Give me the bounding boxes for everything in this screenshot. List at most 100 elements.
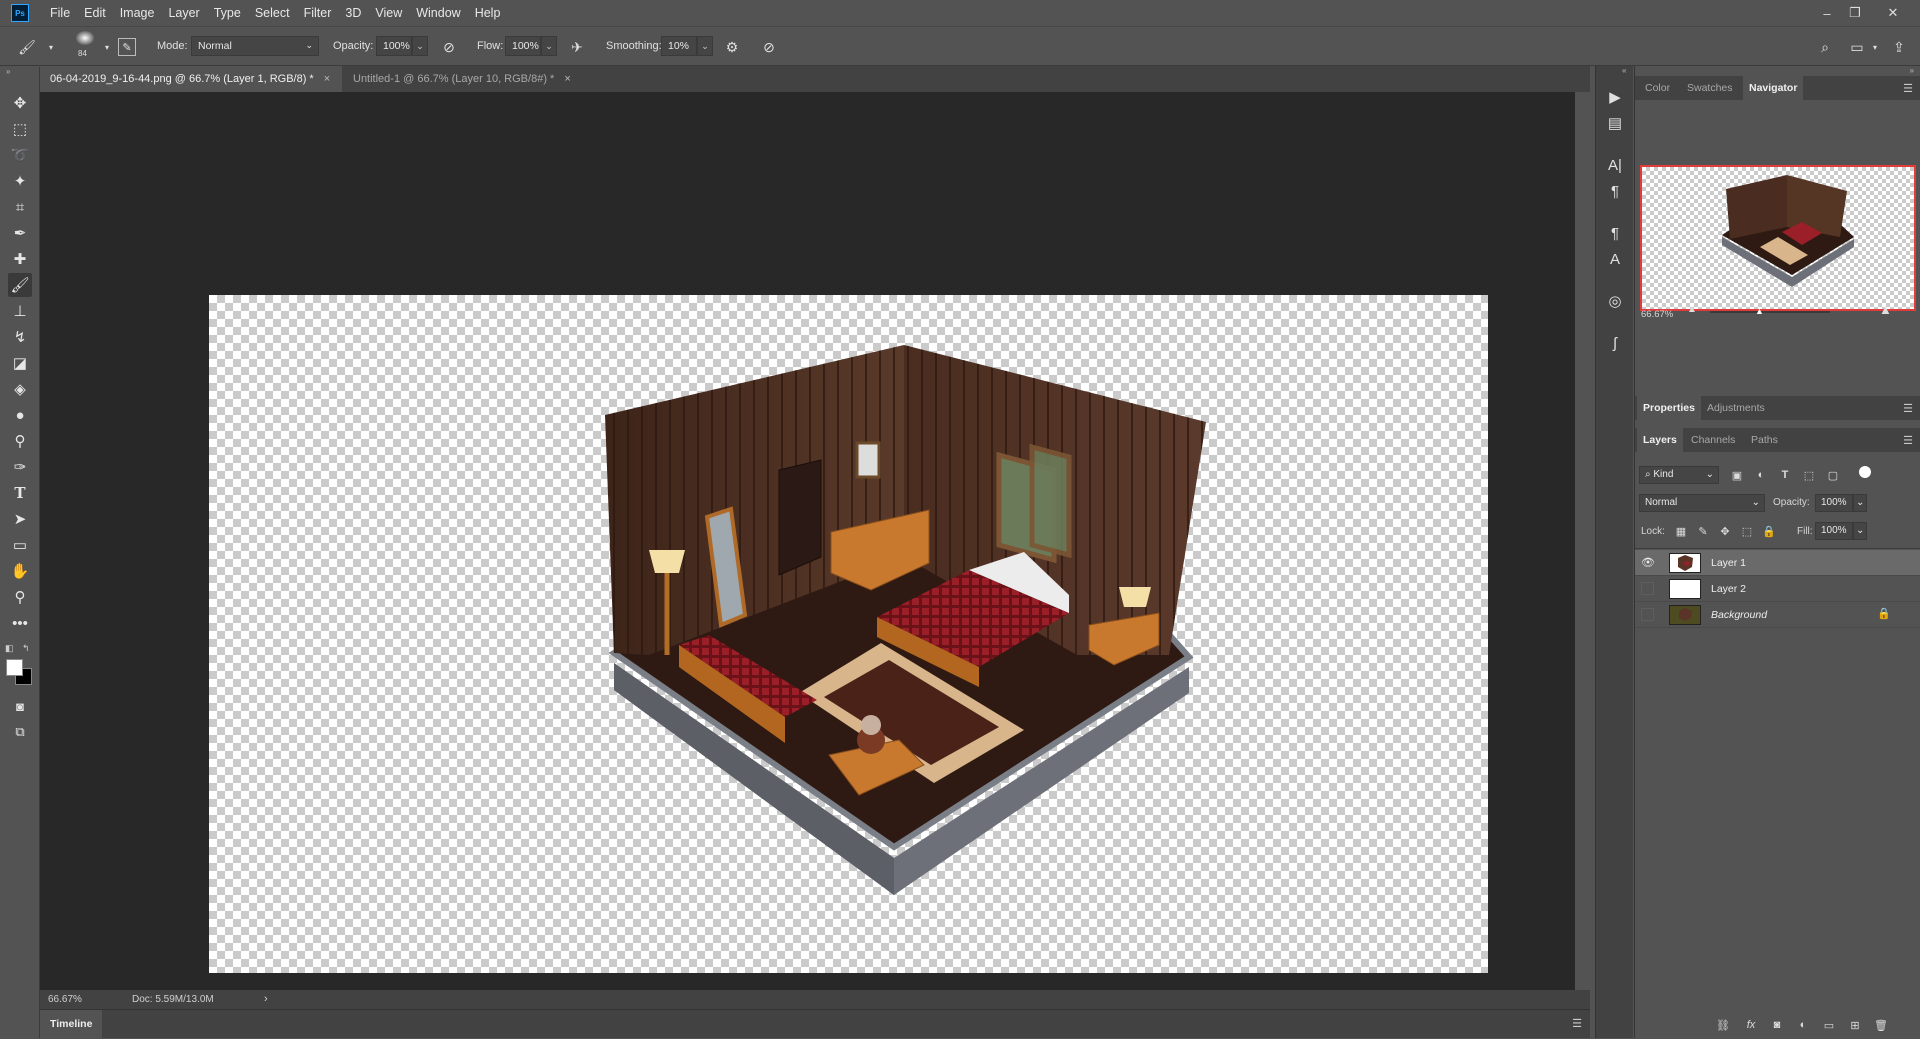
eraser-tool-icon[interactable]: ◪: [8, 351, 32, 375]
fill-dropdown[interactable]: ⌄: [1853, 522, 1867, 540]
type-tool-icon[interactable]: T: [8, 481, 32, 505]
layer-name[interactable]: Layer 2: [1711, 583, 1746, 595]
navigator-zoom-value[interactable]: 66.67%: [1641, 309, 1673, 320]
panel-menu-icon[interactable]: ☰: [1903, 82, 1913, 95]
move-tool-icon[interactable]: ✥: [8, 91, 32, 115]
collapse-dock-icon[interactable]: »: [1910, 66, 1914, 75]
brush-settings-icon[interactable]: ✎: [118, 38, 136, 56]
history-brush-tool-icon[interactable]: ↯: [8, 325, 32, 349]
gear-icon[interactable]: ⚙: [723, 38, 741, 56]
minimize-icon[interactable]: –: [1814, 0, 1840, 26]
default-colors-icon[interactable]: ◧: [5, 643, 14, 654]
brush-presets-icon[interactable]: ▤: [1604, 112, 1626, 134]
flow-input[interactable]: 100%: [505, 36, 541, 56]
zoom-tool-icon[interactable]: ⚲: [8, 585, 32, 609]
chevron-down-icon[interactable]: ▾: [98, 38, 116, 56]
zoom-out-icon[interactable]: ▲: [1687, 304, 1697, 315]
zoom-slider-thumb[interactable]: ▲: [1755, 306, 1764, 316]
chevron-down-icon[interactable]: ▾: [42, 38, 60, 56]
menu-edit[interactable]: Edit: [77, 6, 113, 20]
paint-bucket-tool-icon[interactable]: ◈: [8, 377, 32, 401]
tab-color[interactable]: Color: [1639, 76, 1676, 100]
rectangle-tool-icon[interactable]: ▭: [8, 533, 32, 557]
share-icon[interactable]: ⇪: [1890, 38, 1908, 56]
status-menu-arrow-icon[interactable]: ›: [264, 993, 268, 1005]
menu-file[interactable]: File: [43, 6, 77, 20]
brush-tool-icon[interactable]: 🖌: [18, 38, 36, 56]
panel-menu-icon[interactable]: ☰: [1572, 1017, 1582, 1030]
flow-dropdown[interactable]: ⌄: [541, 36, 557, 56]
close-window-icon[interactable]: ✕: [1880, 0, 1906, 26]
menu-select[interactable]: Select: [248, 6, 297, 20]
airbrush-icon[interactable]: ✈: [568, 38, 586, 56]
lock-artboard-icon[interactable]: ⬚: [1739, 522, 1755, 540]
play-icon[interactable]: ▶: [1604, 86, 1626, 108]
status-zoom[interactable]: 66.67%: [48, 994, 82, 1005]
lock-all-icon[interactable]: 🔒: [1761, 522, 1777, 540]
lock-pixels-icon[interactable]: ✎: [1695, 522, 1711, 540]
adjustment-layer-icon[interactable]: ◐: [1795, 1016, 1811, 1034]
blur-tool-icon[interactable]: ●: [8, 403, 32, 427]
smoothing-input[interactable]: 10%: [661, 36, 697, 56]
menu-image[interactable]: Image: [113, 6, 162, 20]
layer-name[interactable]: Background: [1711, 609, 1767, 621]
link-layers-icon[interactable]: ⛓: [1715, 1016, 1731, 1034]
tab-swatches[interactable]: Swatches: [1681, 76, 1739, 100]
collapse-panels-icon[interactable]: «: [1622, 66, 1626, 75]
collapse-toolbox-icon[interactable]: »: [6, 67, 10, 76]
tab-document-2[interactable]: Untitled-1 @ 66.7% (Layer 10, RGB/8#) * ×: [343, 66, 593, 92]
tab-paths[interactable]: Paths: [1745, 428, 1784, 452]
new-group-icon[interactable]: ▭: [1821, 1016, 1837, 1034]
lock-position-icon[interactable]: ✥: [1717, 522, 1733, 540]
panel-menu-icon[interactable]: ☰: [1903, 434, 1913, 447]
add-mask-icon[interactable]: ◙: [1769, 1016, 1785, 1034]
layer-opacity-dropdown[interactable]: ⌄: [1853, 494, 1867, 512]
paragraph-icon[interactable]: ¶: [1604, 180, 1626, 202]
close-icon[interactable]: ×: [324, 73, 330, 85]
tab-layers[interactable]: Layers: [1637, 428, 1683, 452]
layer-row-background[interactable]: Background 🔒: [1635, 602, 1920, 628]
trash-icon[interactable]: 🗑: [1873, 1016, 1889, 1034]
document-workspace[interactable]: [40, 92, 1575, 990]
eyedropper-tool-icon[interactable]: ✒: [8, 221, 32, 245]
filter-toggle-icon[interactable]: [1859, 466, 1871, 478]
menu-help[interactable]: Help: [468, 6, 508, 20]
menu-type[interactable]: Type: [207, 6, 248, 20]
type-filter-icon[interactable]: T: [1777, 466, 1793, 484]
character-icon[interactable]: A|: [1604, 154, 1626, 176]
marquee-tool-icon[interactable]: ⬚: [8, 117, 32, 141]
blend-mode-select[interactable]: Normal ⌄: [1639, 494, 1765, 512]
paragraph-styles-icon[interactable]: ¶: [1604, 222, 1626, 244]
opacity-dropdown[interactable]: ⌄: [412, 36, 428, 56]
pen-tool-icon[interactable]: ✑: [8, 455, 32, 479]
visibility-toggle[interactable]: [1641, 582, 1654, 595]
menu-3d[interactable]: 3D: [338, 6, 368, 20]
navigator-preview[interactable]: [1640, 165, 1916, 311]
layer-kind-filter[interactable]: ⌕ Kind ⌄: [1639, 466, 1719, 484]
panel-menu-icon[interactable]: ☰: [1903, 402, 1913, 415]
layer-row-layer-2[interactable]: Layer 2: [1635, 576, 1920, 602]
tab-timeline[interactable]: Timeline: [40, 1010, 103, 1039]
adjustment-filter-icon[interactable]: ◐: [1753, 466, 1769, 484]
restore-icon[interactable]: ❐: [1842, 0, 1868, 26]
shape-filter-icon[interactable]: ⬚: [1801, 466, 1817, 484]
visibility-toggle[interactable]: [1641, 608, 1654, 621]
crop-tool-icon[interactable]: ⌗: [8, 195, 32, 219]
hand-tool-icon[interactable]: ✋: [8, 559, 32, 583]
opacity-input[interactable]: 100%: [376, 36, 412, 56]
chevron-down-icon[interactable]: ▾: [1866, 38, 1884, 56]
lasso-tool-icon[interactable]: ➰: [8, 143, 32, 167]
layer-opacity-input[interactable]: 100%: [1815, 494, 1853, 512]
path-selection-tool-icon[interactable]: ➤: [8, 507, 32, 531]
navigator-zoom-slider[interactable]: [1710, 311, 1830, 313]
more-tools-icon[interactable]: •••: [8, 611, 32, 635]
menu-layer[interactable]: Layer: [161, 6, 206, 20]
smoothing-dropdown[interactable]: ⌄: [697, 36, 713, 56]
tab-adjustments[interactable]: Adjustments: [1701, 396, 1771, 420]
layer-name[interactable]: Layer 1: [1711, 557, 1746, 569]
menu-view[interactable]: View: [368, 6, 409, 20]
mode-select[interactable]: Normal ⌄: [191, 36, 319, 56]
quick-mask-icon[interactable]: ◙: [8, 694, 32, 718]
clone-stamp-tool-icon[interactable]: ⊥: [8, 299, 32, 323]
lock-transparency-icon[interactable]: ▦: [1673, 522, 1689, 540]
